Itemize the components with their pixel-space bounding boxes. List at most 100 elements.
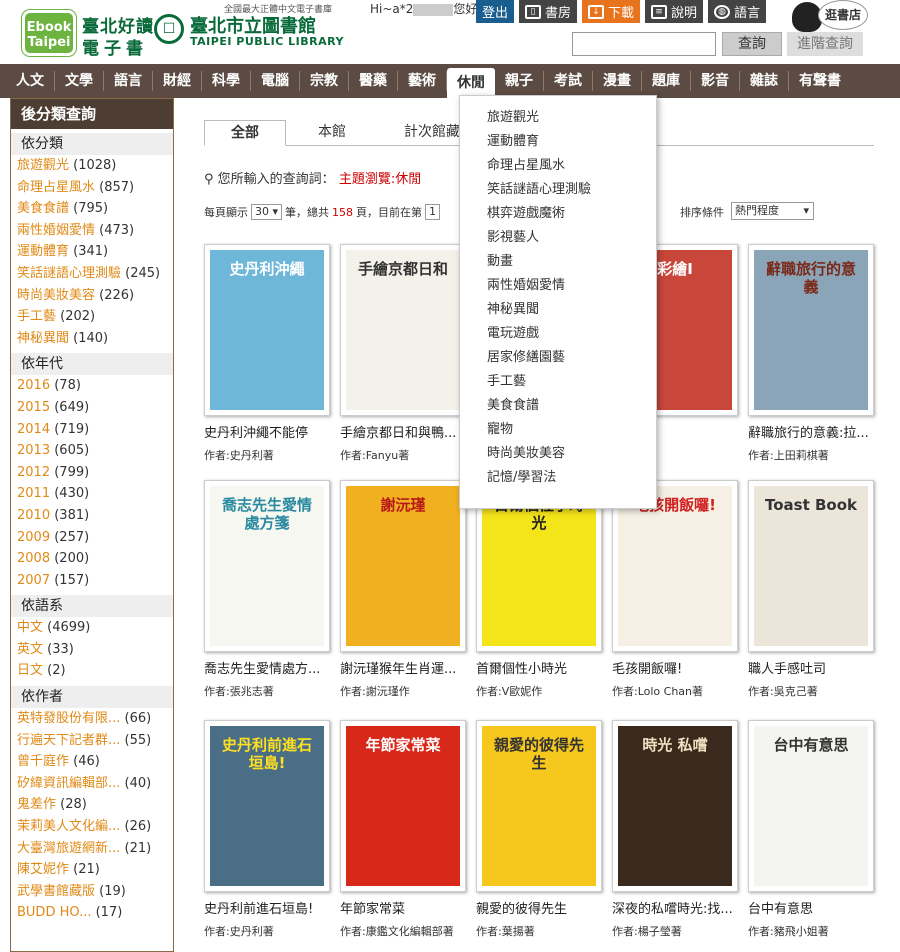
nav-item-14[interactable]: 影音 — [691, 71, 740, 91]
nav-item-12[interactable]: 漫畫 — [593, 71, 642, 91]
book-card[interactable]: 毛孩開飯囉! 毛孩開飯囉! 作者:Lolo Chan著 — [612, 480, 738, 699]
dropdown-item[interactable]: 影視藝人 — [460, 226, 656, 250]
nav-item-13[interactable]: 題庫 — [642, 71, 691, 91]
sidebar-facet-item[interactable]: 2015 (649) — [11, 397, 173, 419]
dropdown-item[interactable]: 美食食譜 — [460, 394, 656, 418]
sidebar-facet-item[interactable]: 運動體育 (341) — [11, 241, 173, 263]
facet-label[interactable]: 2015 — [17, 400, 50, 415]
book-card[interactable]: Toast Book 職人手感吐司 作者:吳克己著 — [748, 480, 874, 699]
dropdown-item[interactable]: 動畫 — [460, 250, 656, 274]
nav-item-9[interactable]: 休閒 — [447, 68, 495, 98]
facet-label[interactable]: 2010 — [17, 508, 50, 523]
book-cover[interactable]: 時光 私嚐 — [612, 720, 738, 892]
sidebar-facet-item[interactable]: 英特發股份有限... (66) — [11, 708, 173, 730]
book-card[interactable]: 史丹利沖繩 史丹利沖繩不能停 作者:史丹利著 — [204, 244, 330, 463]
book-card[interactable]: 首爾個性小時光首爾個性小時光作者:V歐妮作 — [476, 480, 602, 699]
facet-label[interactable]: 2009 — [17, 530, 50, 545]
sidebar-facet-item[interactable]: 兩性婚姻愛情 (473) — [11, 220, 173, 242]
nav-item-2[interactable]: 語言 — [104, 71, 153, 91]
nav-item-1[interactable]: 文學 — [55, 71, 104, 91]
facet-label[interactable]: 命理占星風水 — [17, 180, 95, 195]
book-card[interactable]: 史丹利前進石垣島! 史丹利前進石垣島! 作者:史丹利著 — [204, 720, 330, 939]
sidebar-facet-item[interactable]: 鬼差作 (28) — [11, 794, 173, 816]
sidebar-facet-item[interactable]: 2011 (430) — [11, 483, 173, 505]
book-cover[interactable]: 史丹利沖繩 — [204, 244, 330, 416]
facet-label[interactable]: 2014 — [17, 422, 50, 437]
search-button[interactable]: 查詢 — [722, 32, 782, 56]
book-title[interactable]: 辭職旅行的意義:拉... — [748, 422, 874, 441]
nav-item-6[interactable]: 宗教 — [300, 71, 349, 91]
dropdown-item[interactable]: 神秘異聞 — [460, 298, 656, 322]
facet-label[interactable]: 神秘異聞 — [17, 331, 69, 346]
book-card[interactable]: 年節家常菜 年節家常菜 作者:康鑑文化編輯部著 — [340, 720, 466, 939]
sidebar-facet-item[interactable]: 曾千庭作 (46) — [11, 751, 173, 773]
facet-label[interactable]: 陳艾妮作 — [17, 862, 69, 877]
book-cover[interactable]: 親愛的彼得先生 — [476, 720, 602, 892]
per-page-select[interactable]: 30 ▾ — [251, 204, 283, 220]
facet-label[interactable]: 武學書館藏版 — [17, 884, 95, 899]
facet-label[interactable]: 矽緯資訊編輯部... — [17, 776, 120, 791]
facet-label[interactable]: 行遍天下記者群... — [17, 733, 120, 748]
sidebar-facet-item[interactable]: 笑話謎語心理測驗 (245) — [11, 263, 173, 285]
search-input[interactable] — [572, 32, 716, 56]
book-cover[interactable]: 史丹利前進石垣島! — [204, 720, 330, 892]
facet-label[interactable]: 美食食譜 — [17, 201, 69, 216]
sidebar-facet-item[interactable]: 2014 (719) — [11, 419, 173, 441]
dropdown-item[interactable]: 運動體育 — [460, 130, 656, 154]
dropdown-item[interactable]: 兩性婚姻愛情 — [460, 274, 656, 298]
sidebar-facet-item[interactable]: 2008 (200) — [11, 548, 173, 570]
book-card[interactable]: 時光 私嚐 深夜的私嚐時光:找... 作者:楊子瑩著 — [612, 720, 738, 939]
book-card[interactable]: 喬志先生愛情處方箋 喬志先生愛情處方... 作者:張兆志著 — [204, 480, 330, 699]
logout-button[interactable]: 登出 — [476, 0, 515, 23]
sidebar-facet-item[interactable]: 2009 (257) — [11, 527, 173, 549]
book-title[interactable]: 年節家常菜 — [340, 898, 466, 917]
sidebar-facet-item[interactable]: 2013 (605) — [11, 440, 173, 462]
nav-item-7[interactable]: 醫藥 — [349, 71, 398, 91]
facet-label[interactable]: 手工藝 — [17, 309, 56, 324]
tab-all[interactable]: 全部 — [204, 120, 286, 146]
sidebar-facet-item[interactable]: 英文 (33) — [11, 639, 173, 661]
book-title[interactable]: 深夜的私嚐時光:找... — [612, 898, 738, 917]
facet-label[interactable]: 2007 — [17, 573, 50, 588]
nav-item-16[interactable]: 有聲書 — [789, 71, 851, 91]
facet-label[interactable]: 日文 — [17, 663, 43, 678]
sidebar-facet-item[interactable]: 陳艾妮作 (21) — [11, 859, 173, 881]
dropdown-item[interactable]: 記憶/學習法 — [460, 466, 656, 490]
book-title[interactable]: 手繪京都日和與鴨... — [340, 422, 466, 441]
shelf-button[interactable]: ▯ 書房 — [519, 0, 578, 23]
facet-label[interactable]: 2013 — [17, 443, 50, 458]
sidebar-facet-item[interactable]: 大臺灣旅遊網新... (21) — [11, 838, 173, 860]
sidebar-facet-item[interactable]: 日文 (2) — [11, 660, 173, 682]
facet-label[interactable]: 時尚美妝美容 — [17, 288, 95, 303]
book-cover[interactable]: 手繪京都日和 — [340, 244, 466, 416]
nav-item-15[interactable]: 雜誌 — [740, 71, 789, 91]
book-cover[interactable]: 辭職旅行的意義 — [748, 244, 874, 416]
dropdown-item[interactable]: 手工藝 — [460, 370, 656, 394]
browse-store-mascot[interactable]: 逛書店 — [792, 0, 872, 34]
facet-label[interactable]: 鬼差作 — [17, 797, 56, 812]
facet-label[interactable]: 旅遊觀光 — [17, 158, 69, 173]
sidebar-facet-item[interactable]: 旅遊觀光 (1028) — [11, 155, 173, 177]
book-title[interactable]: 史丹利前進石垣島! — [204, 898, 330, 917]
facet-label[interactable]: 2016 — [17, 378, 50, 393]
language-button[interactable]: ◍ 語言 — [708, 0, 767, 23]
facet-label[interactable]: 英文 — [17, 642, 43, 657]
advanced-search-button[interactable]: 進階查詢 — [787, 32, 863, 56]
sidebar-facet-item[interactable]: 矽緯資訊編輯部... (40) — [11, 773, 173, 795]
nav-item-8[interactable]: 藝術 — [398, 71, 447, 91]
sidebar-facet-item[interactable]: 2012 (799) — [11, 462, 173, 484]
book-cover[interactable]: Toast Book — [748, 480, 874, 652]
book-card[interactable]: 謝沅瑾 謝沅瑾猴年生肖運... 作者:謝沅瑾作 — [340, 480, 466, 699]
book-card[interactable]: 親愛的彼得先生 親愛的彼得先生 作者:葉揚著 — [476, 720, 602, 939]
facet-label[interactable]: 笑話謎語心理測驗 — [17, 266, 121, 281]
download-button[interactable]: ↓ 下載 — [582, 0, 641, 23]
nav-item-11[interactable]: 考試 — [544, 71, 593, 91]
nav-item-10[interactable]: 親子 — [495, 71, 544, 91]
nav-item-4[interactable]: 科學 — [202, 71, 251, 91]
nav-item-0[interactable]: 人文 — [6, 71, 55, 91]
book-title[interactable]: 首爾個性小時光 — [476, 658, 602, 677]
facet-label[interactable]: 曾千庭作 — [17, 754, 69, 769]
sidebar-facet-item[interactable]: 2016 (78) — [11, 375, 173, 397]
sidebar-facet-item[interactable]: 茉莉美人文化編... (26) — [11, 816, 173, 838]
book-cover[interactable]: 年節家常菜 — [340, 720, 466, 892]
